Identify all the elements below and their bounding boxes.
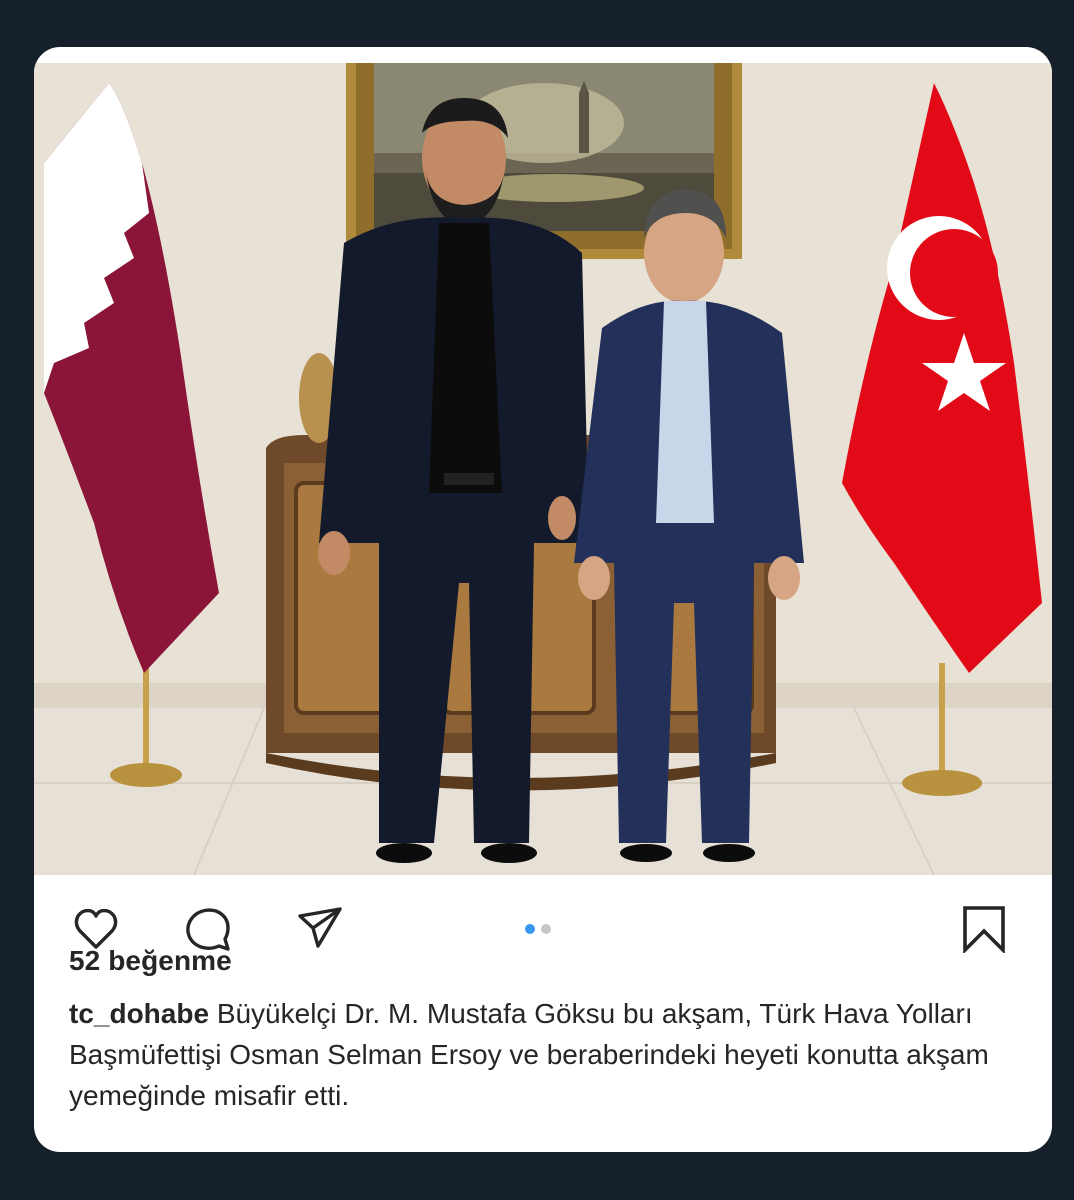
instagram-post-card: 52 beğenme tc_dohabe Büyükelçi Dr. M. Mu… [34, 47, 1052, 1152]
likes-count[interactable]: 52 beğenme [69, 945, 232, 977]
post-photo[interactable] [34, 63, 1052, 875]
send-icon[interactable] [296, 904, 344, 952]
carousel-indicator [525, 924, 551, 934]
post-caption: tc_dohabe Büyükelçi Dr. M. Mustafa Göksu… [69, 993, 1024, 1116]
screenshot-frame: 52 beğenme tc_dohabe Büyükelçi Dr. M. Mu… [0, 0, 1074, 1200]
caption-username[interactable]: tc_dohabe [69, 998, 209, 1029]
bookmark-icon[interactable] [960, 905, 1008, 953]
carousel-dot-active[interactable] [525, 924, 535, 934]
carousel-dot[interactable] [541, 924, 551, 934]
